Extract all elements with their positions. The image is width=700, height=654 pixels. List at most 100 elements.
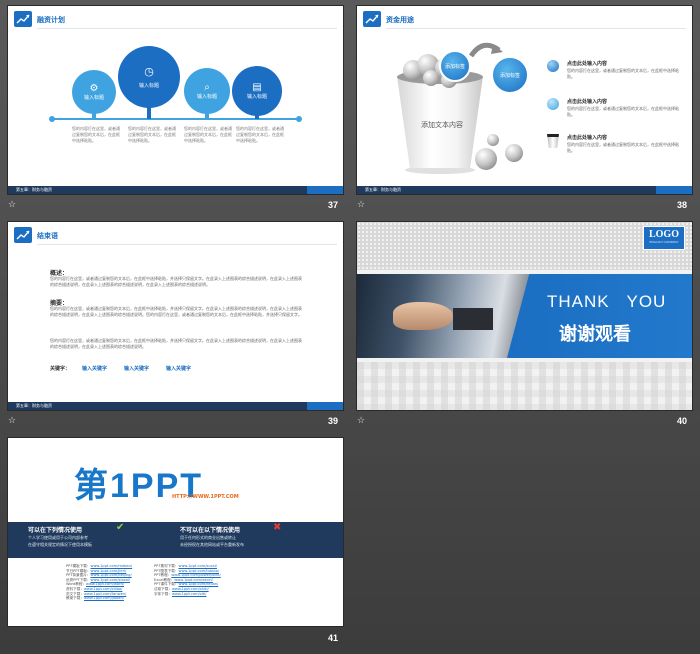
can-item: 个人学习使用或用于公司内部参考 [28,535,88,540]
thank-you-banner: THANK YOU 谢谢观看 [507,274,692,358]
hand-shape [393,302,453,330]
slide-title: 资金用途 [386,16,414,24]
ball [505,144,523,162]
step-description-3: 您的内容打在这里，或者通过复制您的文本后，在此框中选择粘贴。 [184,126,232,143]
title-divider [37,244,337,245]
cannot-item: 未经授权在其他网站或平台重新发布 [180,542,244,547]
cuff-shape [453,308,493,330]
slide-number: 39 [328,416,339,426]
slide-number: 38 [677,200,688,210]
footer-accent [656,186,692,194]
chart-up-icon [14,227,32,243]
slide-40[interactable]: LOGO ENGLISH COMPANY THANK YOU 谢谢观看 [357,222,692,410]
cannot-title: 不可以在以下情况使用 [180,527,241,534]
cross-icon: ✖ [273,522,282,533]
world-map-pattern [357,222,692,270]
tag-bubble-1[interactable]: 添加标签 [439,50,471,82]
item-description: 您的内容打在这里，或者通过复制您的文本后，在此框中选择粘贴。 [567,106,679,117]
logo-box: LOGO ENGLISH COMPANY [643,226,685,250]
step-description-4: 您的内容打在这里，或者通过复制您的文本后，在此框中选择粘贴。 [236,126,284,143]
step-circle-1[interactable]: ⚙ 输入标题 [72,70,116,114]
slide-number: 40 [677,416,688,426]
title-divider [386,28,686,29]
step-circle-2[interactable]: ◷ 输入标题 [118,46,180,108]
step-pointer [92,113,96,119]
step-label: 输入标题 [246,94,267,100]
item-icon-ball-light [547,98,559,110]
clock-icon: ◷ [144,65,154,78]
ball [487,134,499,146]
step-description-1: 您的内容打在这里，或者通过复制您的文本后，在此框中选择粘贴。 [72,126,120,143]
link-row[interactable]: 字体下载：www.1ppt.com/ziti/ [154,592,254,597]
item-icon-ball-blue [547,60,559,72]
footer-accent [307,186,343,194]
magnifier-icon: ⌕ [204,82,210,93]
can-item: 在遵守相关规定的情况下使用本模板 [28,542,92,547]
keyword[interactable]: 输入关键字 [82,365,107,372]
slide-41[interactable]: 第1PPT HTTP://WWW.1PPT.COM 可以在下列情况使用 ✔ 个人… [8,438,343,626]
timeline-dot [296,116,302,122]
keyword[interactable]: 输入关键字 [166,365,191,372]
slide-title: 结束语 [37,232,58,240]
logo-text: LOGO [648,229,679,240]
footer-text: 第五章：财务与融资 [365,187,401,192]
logo-subtext: ENGLISH COMPANY [649,240,679,244]
step-pointer [147,107,151,119]
timeline-line [52,118,300,120]
step-pointer [205,113,209,119]
slide-37[interactable]: 融资计划 ⚙ 输入标题 ◷ 输入标题 ⌕ 输入标题 ▤ 输入标题 您的内容打在这… [8,6,343,194]
chinese-thanks: 谢谢观看 [559,324,631,345]
step-label: 输入标题 [83,95,104,101]
step-label: 输入标题 [138,83,159,89]
cannot-item: 用于任何形式的商业出售或转让 [180,535,236,540]
slide-title: 融资计划 [37,16,65,24]
item-description: 您的内容打在这里，或者通过复制您的文本后，在此框中选择粘贴。 [567,68,679,79]
curved-arrow-icon [469,42,503,58]
bubble-label: 添加标签 [499,72,520,79]
slide-footer: 第五章：财务与融资 [8,402,343,410]
footer-accent [307,402,343,410]
footer-text: 第五章：财务与融资 [16,187,52,192]
handshake-photo [357,274,529,358]
slide-number: 37 [328,200,339,210]
slide-number: 41 [328,633,339,643]
step-circle-3[interactable]: ⌕ 输入标题 [184,68,230,114]
extra-text: 您的内容打在这里，或者通过复制您的文本后，在此框中选择粘贴，并选择只保留文字。在… [50,338,302,349]
slide-footer: 第五章：财务与融资 [8,186,343,194]
step-circle-4[interactable]: ▤ 输入标题 [232,66,282,116]
can-title: 可以在下列情况使用 [28,527,83,534]
timeline-dot [49,116,55,122]
item-description: 您的内容打在这里，或者通过复制您的文本后，在此框中选择粘贴。 [567,142,679,153]
star-icon[interactable]: ☆ [357,200,365,210]
keywords-label: 关键字： [50,366,71,372]
keyword[interactable]: 输入关键字 [124,365,149,372]
step-label: 输入标题 [196,94,217,100]
slide-39[interactable]: 结束语 概述： 您的内容打在这里，或者通过复制您的文本后，在此框中选择粘贴，并选… [8,222,343,410]
item-title: 点击此处输入内容 [567,135,608,141]
overview-text: 您的内容打在这里，或者通过复制您的文本后，在此框中选择粘贴，并选择只保留文字。在… [50,276,302,287]
links-column-right: PPT素材下载：www.1ppt.com/sucai/ PPT图表下载：www.… [154,564,254,596]
star-icon[interactable]: ☆ [8,200,16,210]
item-icon-cup-dark [547,134,559,148]
tag-bubble-2[interactable]: 添加标签 [491,56,529,94]
summary-text: 您的内容打在这里，或者通过复制您的文本后，在此框中选择粘贴，并选择只保留文字。在… [50,306,302,317]
checkmark-icon: ✔ [116,522,125,533]
bubble-label: 添加标签 [445,63,466,70]
star-icon[interactable]: ☆ [8,416,16,426]
brand-url: HTTP://WWW.1PPT.COM [172,494,239,500]
ball [423,70,439,86]
slide-38[interactable]: 资金用途 添加文本内容 添加标签 添加标签 点击此处输入内容 您的内容打在这里，… [357,6,692,194]
thank-you-text: THANK YOU [547,292,667,311]
title-divider [37,28,337,29]
star-icon[interactable]: ☆ [357,416,365,426]
chart-up-icon [363,11,381,27]
ball [475,148,497,170]
mosaic-pattern [357,362,692,410]
slide-footer: 第五章：财务与融资 [357,186,692,194]
document-icon: ▤ [252,82,262,93]
links-column-left: PPT模板下载：www.1ppt.com/moban/ 节日PPT模板：www.… [66,564,158,601]
link-row[interactable]: 教案下载：www.1ppt.com/jiaoan/ [66,596,158,601]
item-title: 点击此处输入内容 [567,99,608,105]
step-description-2: 您的内容打在这里，或者通过复制您的文本后，在此框中选择粘贴。 [128,126,176,143]
footer-text: 第五章：财务与融资 [16,403,52,408]
